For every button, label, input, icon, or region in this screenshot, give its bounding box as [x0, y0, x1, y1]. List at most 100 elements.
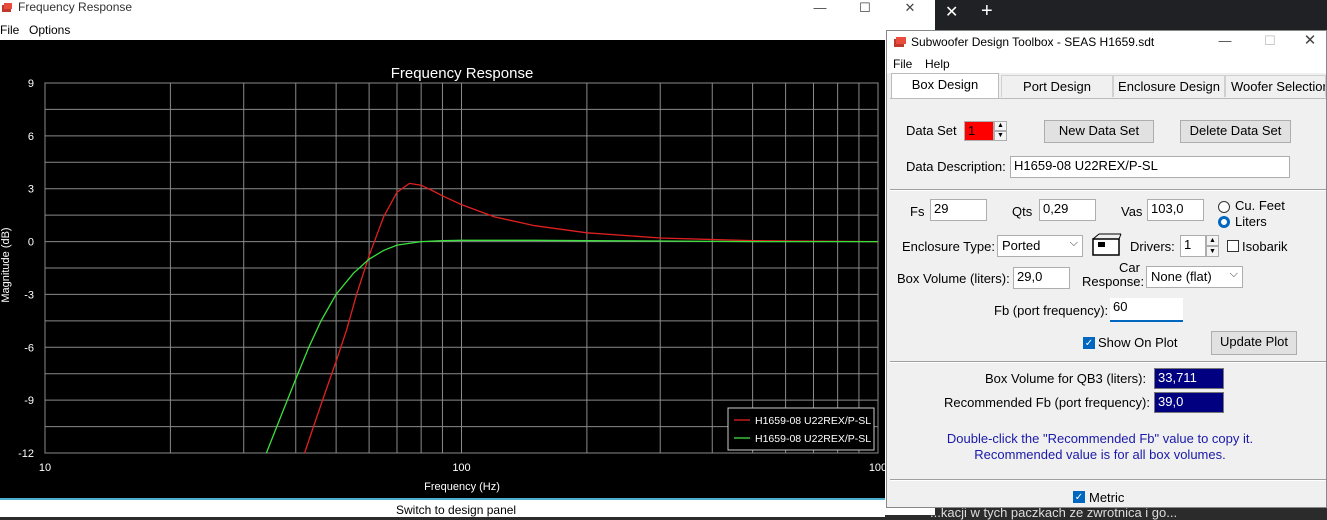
data-set-label: Data Set: [906, 123, 957, 138]
qts-label: Qts: [1012, 204, 1033, 219]
x-tick-label: 100: [869, 462, 885, 474]
fs-label: Fs: [910, 204, 925, 219]
app-icon: [894, 37, 906, 47]
y-tick-label: 9: [28, 78, 34, 90]
box-volume-field[interactable]: 29,0: [1013, 267, 1070, 289]
enclosure-type-value: Ported: [1002, 238, 1041, 253]
minimize-icon[interactable]: —: [800, 0, 840, 20]
maximize-icon[interactable]: ☐: [845, 0, 885, 20]
frequency-response-window: Frequency Response — ☐ ✕ File Options Fr…: [0, 0, 935, 517]
metric-checkbox[interactable]: ✓: [1073, 491, 1085, 503]
chart-svg: Frequency Response Frequency (Hz) Magnit…: [0, 65, 887, 493]
box-volume-label: Box Volume (liters):: [897, 271, 1010, 286]
data-description-field[interactable]: H1659-08 U22REX/P-SL: [1010, 156, 1290, 178]
y-tick-label: -6: [24, 342, 34, 354]
toolbox-window: Subwoofer Design Toolbox - SEAS H1659.sd…: [886, 30, 1327, 508]
drivers-down-icon[interactable]: ▼: [1206, 246, 1219, 257]
cu-feet-radio[interactable]: [1218, 201, 1230, 213]
y-tick-label: 6: [28, 131, 34, 143]
copy-hint-line-1: Double-click the "Recommended Fb" value …: [946, 431, 1254, 446]
fr-titlebar: Frequency Response — ☐ ✕: [0, 0, 935, 20]
data-description-label: Data Description:: [906, 159, 1006, 174]
separator: [890, 479, 1326, 481]
y-tick-label: -12: [18, 448, 34, 460]
vas-label: Vas: [1121, 204, 1143, 219]
isobarik-label: Isobarik: [1242, 239, 1288, 254]
maximize-icon: ☐: [1264, 33, 1276, 48]
enclosure-type-label: Enclosure Type:: [902, 239, 995, 254]
drivers-up-icon[interactable]: ▲: [1206, 235, 1219, 246]
toolbox-menubar: File Help: [887, 53, 1326, 73]
browser-tab-strip: ✕ +: [935, 0, 1327, 30]
data-set-down-icon[interactable]: ▼: [994, 131, 1007, 141]
close-icon[interactable]: ✕: [1295, 33, 1325, 53]
fb-label: Fb (port frequency):: [994, 303, 1109, 318]
close-icon[interactable]: ✕: [890, 0, 930, 20]
app-icon: [2, 3, 12, 12]
metric-label: Metric: [1089, 490, 1125, 505]
chevron-down-icon: ⌵: [1229, 268, 1238, 280]
car-response-label-2: Response:: [1082, 274, 1145, 289]
data-set-input[interactable]: 1: [964, 121, 994, 141]
menu-file[interactable]: File: [893, 57, 912, 71]
x-tick-label: 100: [452, 462, 470, 474]
y-tick-label: 3: [28, 184, 34, 196]
new-data-set-button[interactable]: New Data Set: [1044, 120, 1154, 143]
y-axis-label: Magnitude (dB): [0, 227, 12, 302]
show-on-plot-checkbox[interactable]: ✓: [1083, 337, 1095, 349]
cu-feet-label: Cu. Feet: [1235, 198, 1285, 213]
chart-title: Frequency Response: [391, 65, 534, 82]
fb-field[interactable]: 60: [1110, 298, 1183, 322]
frequency-response-chart: Frequency Response Frequency (Hz) Magnit…: [0, 40, 887, 498]
legend-label-2: H1659-08 U22REX/P-SL: [755, 433, 871, 445]
liters-radio[interactable]: [1218, 216, 1230, 228]
data-set-up-icon[interactable]: ▲: [994, 121, 1007, 131]
recommended-fb-label: Recommended Fb (port frequency):: [944, 395, 1150, 410]
y-tick-label: 0: [28, 237, 34, 249]
car-response-label-1: Car: [1119, 260, 1140, 275]
x-axis-label: Frequency (Hz): [424, 481, 500, 493]
tab-box-design[interactable]: Box Design: [891, 73, 999, 99]
menu-options[interactable]: Options: [29, 23, 70, 37]
fr-status-bar: Switch to design panel: [0, 498, 885, 517]
separator: [890, 361, 1326, 363]
qb3-box-volume-label: Box Volume for QB3 (liters):: [985, 371, 1147, 386]
isobarik-checkbox[interactable]: [1227, 240, 1239, 252]
y-tick-label: -3: [24, 289, 34, 301]
drivers-label: Drivers:: [1130, 239, 1175, 254]
legend-label-1: H1659-08 U22REX/P-SL: [755, 415, 871, 427]
chevron-down-icon: ⌵: [1069, 237, 1078, 249]
toolbox-titlebar: Subwoofer Design Toolbox - SEAS H1659.sd…: [887, 31, 1326, 53]
show-on-plot-label: Show On Plot: [1098, 335, 1178, 350]
recommended-fb-value[interactable]: 39,0: [1154, 392, 1224, 413]
x-tick-label: 10: [39, 462, 51, 474]
fs-field[interactable]: 29: [930, 199, 987, 221]
update-plot-button[interactable]: Update Plot: [1211, 331, 1297, 355]
box-design-panel: Data Set 1 ▲ ▼ New Data Set Delete Data …: [890, 98, 1326, 492]
tab-enclosure-design[interactable]: Enclosure Design: [1113, 75, 1225, 97]
y-tick-label: -9: [24, 395, 34, 407]
new-tab-icon[interactable]: +: [981, 0, 993, 23]
toolbox-title: Subwoofer Design Toolbox - SEAS H1659.sd…: [911, 35, 1155, 49]
enclosure-type-select[interactable]: Ported ⌵: [997, 235, 1083, 257]
minimize-icon[interactable]: —: [1205, 33, 1245, 53]
menu-help[interactable]: Help: [925, 57, 950, 71]
car-response-select[interactable]: None (flat) ⌵: [1146, 266, 1243, 288]
tab-woofer-selection[interactable]: Woofer Selection: [1225, 75, 1326, 97]
drivers-field[interactable]: 1: [1180, 235, 1206, 257]
separator: [890, 189, 1326, 191]
qts-field[interactable]: 0,29: [1039, 199, 1096, 221]
vas-field[interactable]: 103,0: [1147, 199, 1204, 221]
liters-label: Liters: [1235, 214, 1267, 229]
menu-file[interactable]: File: [0, 23, 19, 37]
close-tab-icon[interactable]: ✕: [945, 2, 958, 22]
ported-box-icon: [1092, 233, 1122, 256]
delete-data-set-button[interactable]: Delete Data Set: [1180, 120, 1291, 143]
fr-menubar: File Options: [0, 20, 935, 40]
tab-port-design[interactable]: Port Design: [1001, 75, 1113, 97]
car-response-value: None (flat): [1151, 269, 1212, 284]
fr-window-title: Frequency Response: [18, 0, 133, 14]
qb3-box-volume-value: 33,711: [1154, 368, 1224, 389]
chart-legend: H1659-08 U22REX/P-SL H1659-08 U22REX/P-SL: [727, 407, 875, 451]
copy-hint-line-2: Recommended value is for all box volumes…: [974, 447, 1226, 462]
